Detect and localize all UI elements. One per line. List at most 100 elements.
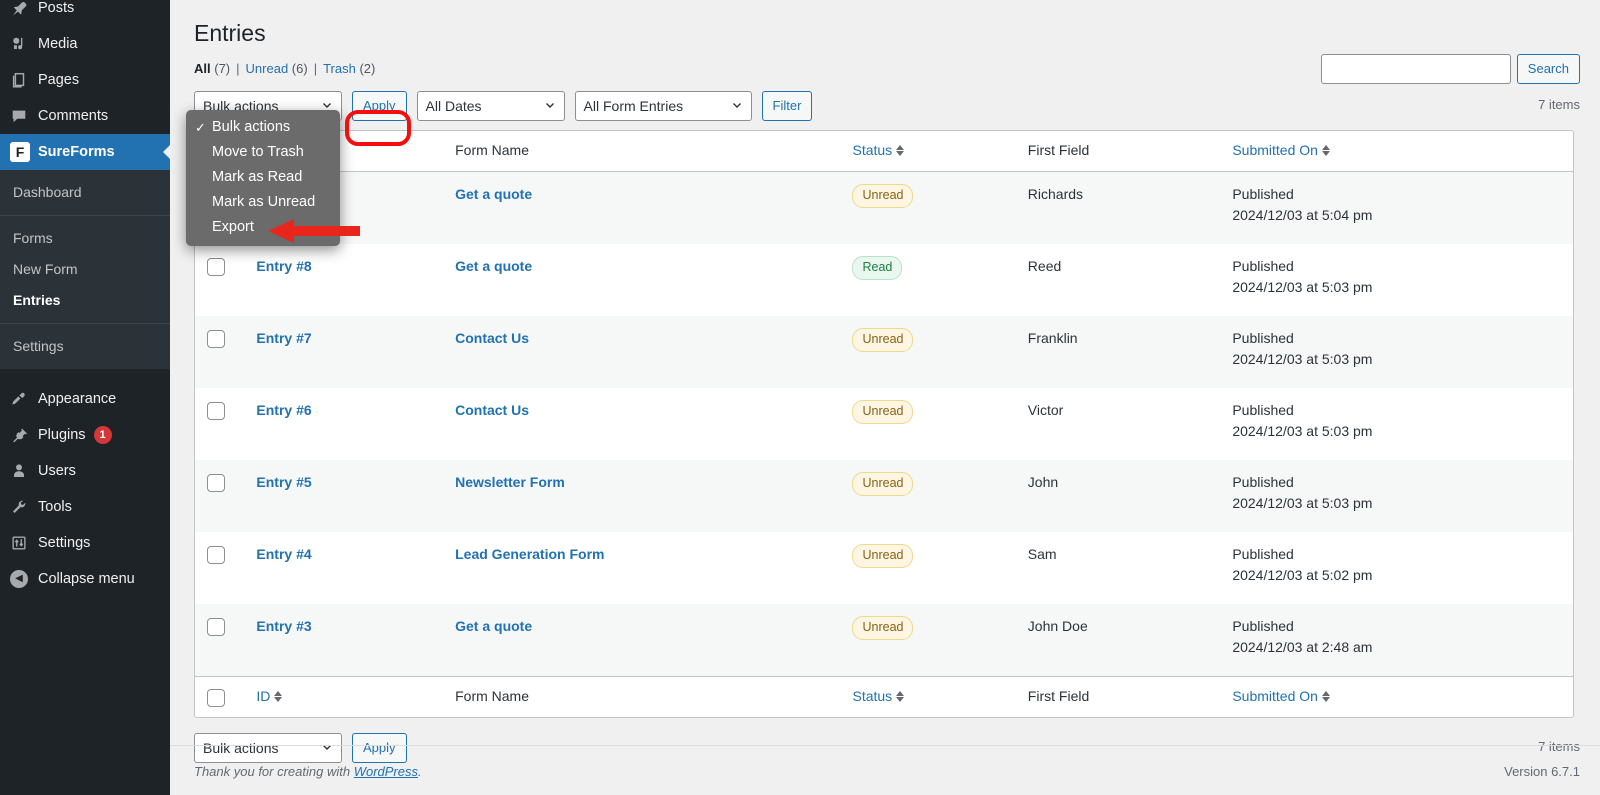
bulk-action-option[interactable]: Export [186,215,340,240]
sidebar-item-tools[interactable]: Tools [0,489,170,525]
sidebar-item-label: Posts [38,0,75,16]
sidebar-item-label: SureForms [38,144,115,160]
table-row: Entry #4 Lead Generation Form Unread Sam Pub… [195,532,1573,604]
submenu-item-dashboard[interactable]: Dashboard [0,177,170,208]
submenu-item-entries[interactable]: Entries [0,285,170,316]
sidebar-item-appearance[interactable]: Appearance [0,381,170,417]
select-all-checkbox-bottom[interactable] [207,688,225,707]
row-date-state: Published [1232,545,1294,562]
entry-link[interactable]: Entry #5 [256,474,311,490]
footer-thanks: Thank you for creating with WordPress. [194,764,422,779]
row-date-state: Published [1232,257,1294,274]
entry-link[interactable]: Entry #8 [256,258,311,274]
bulk-action-option[interactable]: Move to Trash [186,140,340,165]
sidebar-item-label: Tools [38,499,72,515]
entry-link[interactable]: Entry #6 [256,402,311,418]
column-footer-submitted-on: Submitted On [1222,675,1573,717]
table-row: Entry #5 Newsletter Form Unread John Publish… [195,459,1573,532]
column-label-submitted-on: Submitted On [1232,687,1318,704]
status-badge: Read [852,255,903,280]
form-name-link[interactable]: Lead Generation Form [455,546,604,562]
row-checkbox[interactable] [207,473,225,492]
wordpress-link[interactable]: WordPress [354,764,418,779]
row-checkbox[interactable] [207,329,225,348]
row-date-value: 2024/12/03 at 5:04 pm [1232,206,1373,223]
entry-link[interactable]: Entry #4 [256,546,311,562]
row-checkbox[interactable] [207,617,225,636]
sidebar-item-posts[interactable]: Posts [0,0,170,26]
sort-by-status-top[interactable]: Status [852,141,905,161]
column-footer-status: Status [842,675,1018,717]
row-checkbox[interactable] [207,257,225,276]
bulk-action-option[interactable]: Mark as Read [186,165,340,190]
sidebar-item-label: Comments [38,108,109,124]
row-checkbox[interactable] [207,545,225,564]
sort-by-submitted-on-bottom[interactable]: Submitted On [1232,687,1330,707]
row-select-cell [195,459,247,532]
status-badge: Unread [852,471,914,496]
bulk-action-option[interactable]: Mark as Unread [186,190,340,215]
footer-version: Version 6.7.1 [1504,764,1580,779]
sort-by-id-bottom[interactable]: ID [256,687,283,707]
entries-table-head: ID Form Name Status [195,131,1573,172]
items-count-top: 7 items [1538,96,1580,112]
view-separator: | [236,60,240,76]
row-form-name-cell: Newsletter Form [445,459,843,532]
row-first-field-cell: Franklin [1017,315,1223,388]
sidebar-collapse-menu[interactable]: ◀ Collapse menu [0,561,170,597]
entries-table-body: Entry #9Get a quoteUnreadRichardsPublish… [195,171,1573,676]
form-name-link[interactable]: Get a quote [455,258,532,274]
submenu-item-settings[interactable]: Settings [0,331,170,362]
submenu-item-new-form[interactable]: New Form [0,254,170,285]
sidebar-item-media[interactable]: Media [0,26,170,62]
table-row: Entry #8 Get a quote Read Reed Published 2024… [195,244,1573,316]
sort-by-submitted-on-top[interactable]: Submitted On [1232,141,1330,161]
sidebar-item-comments[interactable]: Comments [0,98,170,134]
bulk-action-option[interactable]: Bulk actions [186,115,340,140]
sidebar-item-settings[interactable]: Settings [0,525,170,561]
row-submitted-on-cell: Published 2024/12/03 at 5:03 pm [1222,388,1573,460]
chevron-down-icon [731,92,743,120]
entry-link[interactable]: Entry #3 [256,618,311,634]
form-name-link[interactable]: Contact Us [455,402,529,418]
entries-table-foot: ID Form Name Status First Field Submitte… [195,675,1573,717]
sidebar-item-label: Appearance [38,391,117,407]
form-name-link[interactable]: Get a quote [455,186,532,202]
row-status-cell: Unread [842,603,1018,676]
chevron-down-icon [544,92,556,120]
filter-button[interactable]: Filter [761,90,813,121]
sort-by-status-bottom[interactable]: Status [852,687,905,707]
plugins-icon [10,425,38,445]
dates-filter-select[interactable]: All Dates [416,90,565,121]
row-checkbox[interactable] [207,401,225,420]
table-footer-row: ID Form Name Status First Field Submitte… [195,675,1573,717]
row-first-field-cell: Reed [1027,257,1062,274]
entry-link[interactable]: Entry #7 [256,330,311,346]
view-link-unread[interactable]: Unread [246,61,289,76]
search-input[interactable] [1320,54,1511,84]
view-link-trash[interactable]: Trash [323,61,356,76]
row-form-name-cell: Get a quote [445,603,843,676]
submenu-item-forms[interactable]: Forms [0,223,170,254]
search-button[interactable]: Search [1516,54,1580,84]
view-link-all-item: All (7) [194,61,230,76]
row-select-cell [195,244,246,316]
admin-footer: Thank you for creating with WordPress. V… [170,745,1600,795]
status-badge: Unread [852,183,914,208]
sidebar-item-pages[interactable]: Pages [0,62,170,98]
sidebar-item-sureforms[interactable]: F SureForms [0,134,170,170]
form-filter-select[interactable]: All Form Entries [574,90,752,121]
search-box: Search [1320,54,1580,84]
view-count-trash: (2) [359,60,376,76]
bulk-actions-dropdown-open[interactable]: Bulk actionsMove to TrashMark as ReadMar… [186,110,340,246]
view-link-all[interactable]: All [194,61,211,76]
column-header-form-name: Form Name [445,131,843,172]
row-select-cell [195,388,246,460]
form-name-link[interactable]: Newsletter Form [455,474,565,490]
form-name-link[interactable]: Get a quote [455,618,532,634]
apply-button-top[interactable]: Apply [352,90,407,121]
sidebar-item-plugins[interactable]: Plugins 1 [0,417,170,453]
view-link-trash-item: Trash (2) [323,61,375,76]
sidebar-item-users[interactable]: Users [0,453,170,489]
form-name-link[interactable]: Contact Us [455,330,529,346]
